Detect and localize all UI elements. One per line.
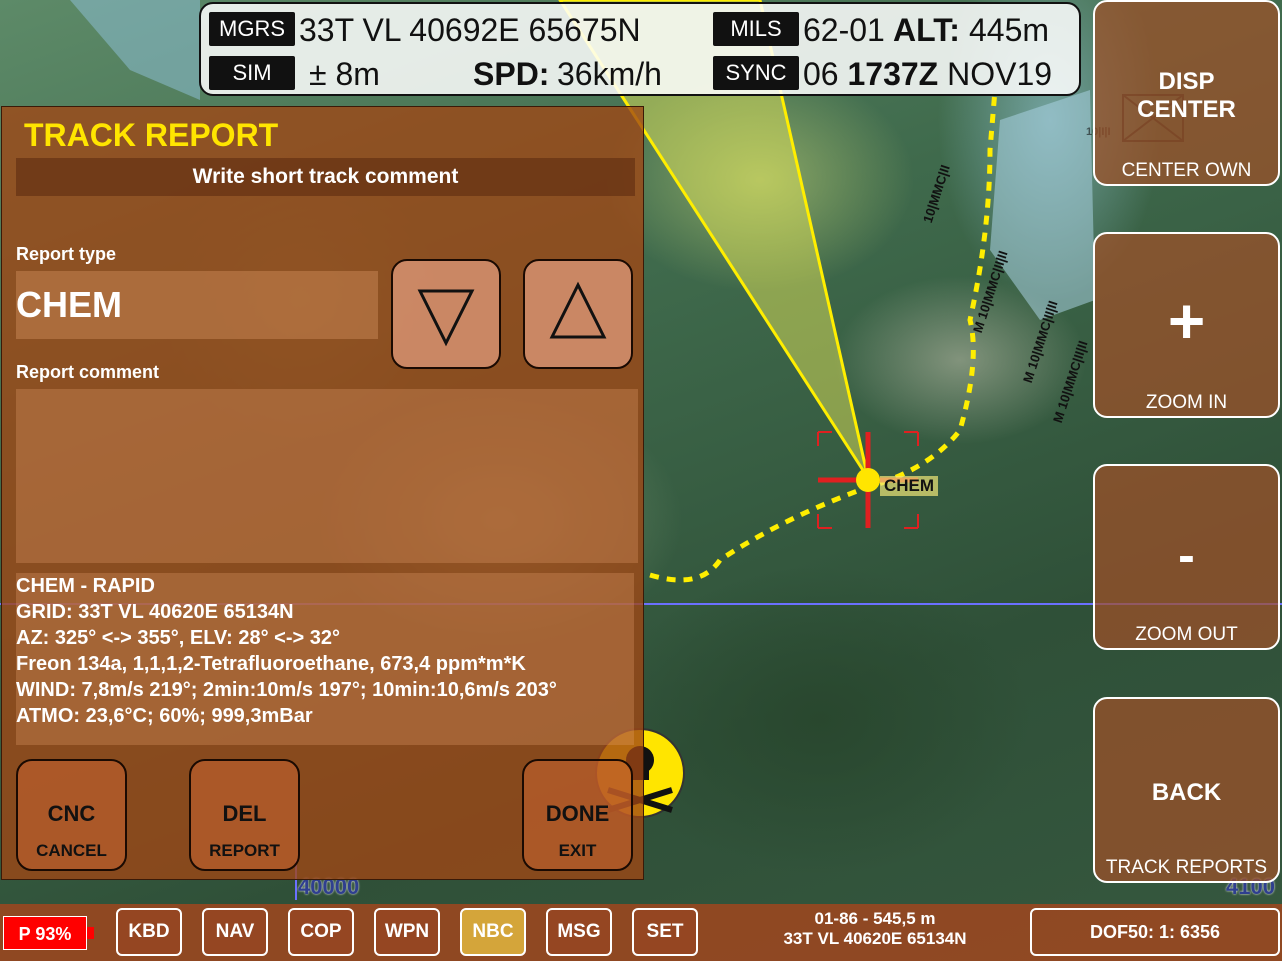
zoom-in-button[interactable]: + ZOOM IN — [1093, 232, 1280, 418]
done-button-main: DONE — [545, 801, 610, 826]
alt-label-text: ALT: — [893, 12, 960, 48]
minus-icon: - — [1178, 527, 1195, 583]
triangle-down-icon — [417, 289, 475, 347]
coord-line1: 01-86 - 545,5 m — [814, 909, 936, 928]
delete-button-main: DEL — [222, 801, 267, 826]
coord-line2: 33T VL 40620E 65134N — [783, 929, 967, 948]
cancel-button-main: CNC — [47, 801, 96, 826]
details-line: CHEM - RAPID — [16, 575, 155, 597]
triangle-up-icon — [549, 281, 607, 339]
report-type-value[interactable]: CHEM — [16, 271, 378, 339]
mgrs-label: MGRS — [209, 12, 295, 46]
tab-wpn[interactable]: WPN — [374, 908, 440, 956]
date-day: 06 — [803, 56, 839, 92]
details-line: AZ: 325° <-> 355°, ELV: 28° <-> 32° — [16, 627, 341, 649]
tab-cop[interactable]: COP — [288, 908, 354, 956]
date-month: NOV19 — [947, 56, 1053, 92]
disp-center-button[interactable]: DISP CENTER CENTER OWN — [1093, 0, 1280, 186]
accuracy-value: ± 8m — [309, 56, 380, 92]
datetime-value: 06 1737Z NOV19 — [803, 56, 1052, 92]
report-details: CHEM - RAPID GRID: 33T VL 40620E 65134N … — [16, 573, 634, 745]
plus-icon: + — [1167, 285, 1206, 357]
chem-map-label: CHEM — [880, 476, 939, 496]
back-button-main: BACK — [1151, 779, 1222, 806]
done-button[interactable]: DONE EXIT — [522, 759, 633, 871]
delete-report-button[interactable]: DEL REPORT — [189, 759, 300, 871]
zoom-in-sub: ZOOM IN — [1145, 392, 1228, 413]
type-down-button[interactable] — [391, 259, 501, 369]
tab-msg[interactable]: MSG — [546, 908, 612, 956]
tab-kbd[interactable]: KBD — [116, 908, 182, 956]
map-scale[interactable]: DOF50: 1: 6356 — [1030, 908, 1280, 956]
alt-value: 445m — [969, 12, 1050, 48]
spd-value: 36km/h — [557, 56, 662, 92]
zoom-out-sub: ZOOM OUT — [1135, 624, 1238, 645]
disp-center-line1: DISP — [1158, 68, 1215, 95]
delete-button-sub: REPORT — [209, 841, 280, 860]
dialog-title: TRACK REPORT — [24, 117, 279, 153]
tab-set[interactable]: SET — [632, 908, 698, 956]
report-comment-input[interactable] — [16, 389, 638, 563]
back-button[interactable]: BACK TRACK REPORTS — [1093, 697, 1280, 883]
tab-nbc[interactable]: NBC — [460, 908, 526, 956]
details-line: Freon 134a, 1,1,1,2-Tetrafluoroethane, 6… — [16, 653, 526, 675]
details-line: GRID: 33T VL 40620E 65134N — [16, 601, 294, 623]
disp-center-line2: CENTER — [1137, 96, 1236, 123]
alt-label: ALT: — [893, 12, 960, 48]
mgrs-value: 33T VL 40692E 65675N — [299, 12, 641, 48]
mils-value: 62-01 — [803, 12, 885, 48]
details-line: ATMO: 23,6°C; 60%; 999,3mBar — [16, 705, 313, 727]
battery-indicator: P 93% — [3, 916, 87, 950]
report-comment-label: Report comment — [16, 362, 160, 382]
cursor-coordinates: 01-86 - 545,5 m 33T VL 40620E 65134N — [745, 909, 1005, 949]
mils-label: MILS — [713, 12, 799, 46]
sim-label: SIM — [209, 56, 295, 90]
dialog-subtitle: Write short track comment — [16, 158, 635, 196]
battery-icon — [87, 927, 94, 939]
report-type-text: CHEM — [16, 284, 122, 325]
zoom-out-button[interactable]: - ZOOM OUT — [1093, 464, 1280, 650]
sync-label: SYNC — [713, 56, 799, 90]
done-button-sub: EXIT — [558, 841, 597, 860]
bottom-bar: P 93% KBD NAV COP WPN NBC MSG SET 01-86 … — [0, 904, 1282, 961]
cancel-button-sub: CANCEL — [36, 841, 107, 860]
details-line: WIND: 7,8m/s 219°; 2min:10m/s 197°; 10mi… — [16, 679, 557, 701]
spd-label-text: SPD: — [473, 56, 550, 92]
track-report-dialog: TRACK REPORT Write short track comment R… — [1, 106, 644, 880]
spd-label: SPD: — [473, 56, 549, 92]
cancel-button[interactable]: CNC CANCEL — [16, 759, 127, 871]
back-button-sub: TRACK REPORTS — [1105, 857, 1268, 878]
tab-nav[interactable]: NAV — [202, 908, 268, 956]
type-up-button[interactable] — [523, 259, 633, 369]
time-value: 1737Z — [847, 56, 939, 92]
disp-center-sub: CENTER OWN — [1121, 160, 1252, 181]
report-type-label: Report type — [16, 244, 117, 264]
status-bar: MGRS 33T VL 40692E 65675N MILS 62-01 ALT… — [199, 2, 1081, 96]
